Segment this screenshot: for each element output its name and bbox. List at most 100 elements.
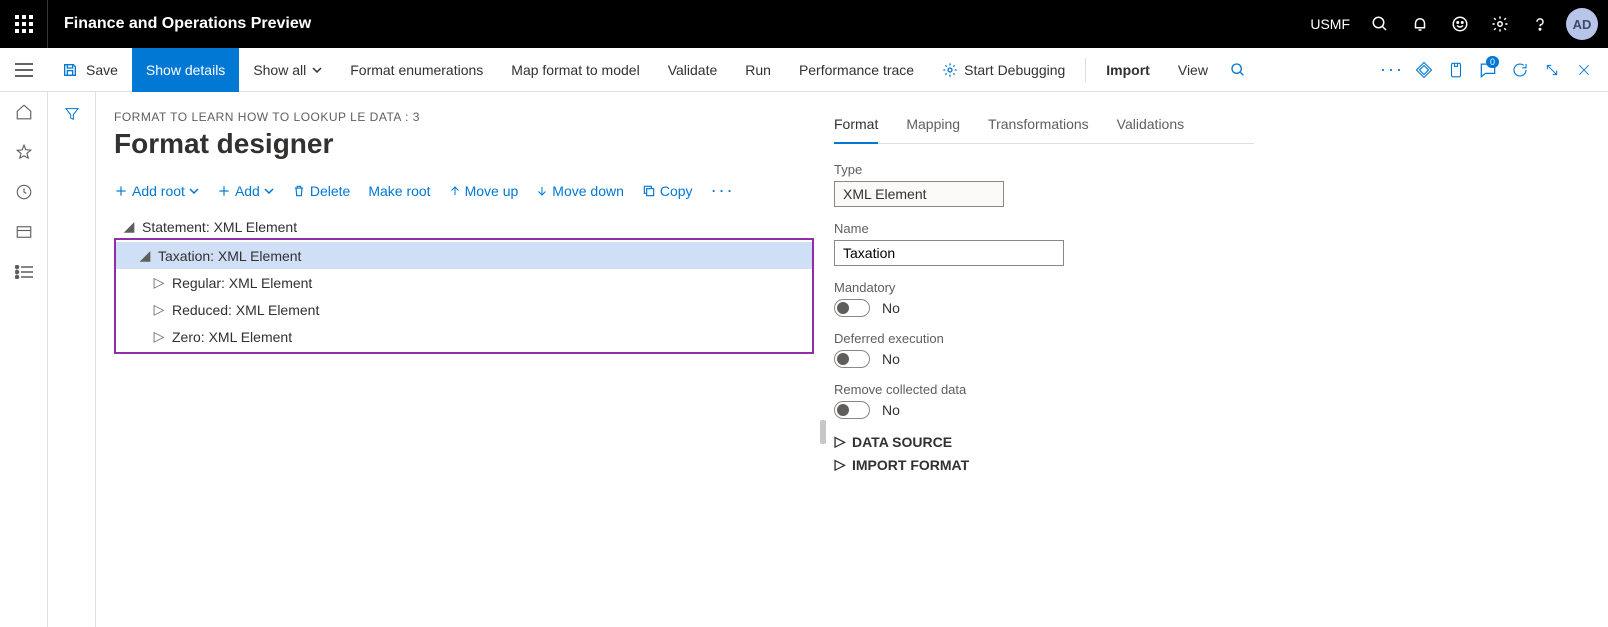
map-format-button[interactable]: Map format to model — [497, 48, 653, 92]
copy-button[interactable]: Copy — [642, 183, 693, 199]
search-action[interactable] — [1222, 48, 1254, 92]
format-tree: ◢ Statement: XML Element ◢ Taxation: XML… — [114, 213, 814, 354]
type-field: Type XML Element — [834, 162, 1254, 207]
favorites-button[interactable] — [12, 140, 36, 164]
type-value: XML Element — [834, 181, 1004, 207]
remove-toggle[interactable] — [834, 401, 870, 419]
run-button[interactable]: Run — [731, 48, 785, 92]
more-icon: ··· — [711, 180, 735, 201]
chevron-down-icon: ◢ — [138, 247, 152, 264]
search-button[interactable] — [1360, 0, 1400, 48]
home-button[interactable] — [12, 100, 36, 124]
mandatory-label: Mandatory — [834, 280, 1254, 295]
move-down-button[interactable]: Move down — [536, 183, 624, 199]
tree-node-root[interactable]: ◢ Statement: XML Element — [114, 213, 814, 240]
add-root-button[interactable]: Add root — [114, 183, 199, 199]
main-layout: FORMAT TO LEARN HOW TO LOOKUP LE DATA : … — [0, 92, 1608, 627]
left-rail — [0, 92, 48, 627]
plus-icon — [114, 184, 128, 198]
deferred-toggle[interactable] — [834, 350, 870, 368]
more-button[interactable]: ··· — [1376, 48, 1408, 92]
avatar[interactable]: AD — [1566, 8, 1598, 40]
tab-format[interactable]: Format — [834, 110, 878, 144]
modules-button[interactable] — [12, 260, 36, 284]
hamburger-icon — [15, 63, 33, 77]
remove-value: No — [882, 402, 900, 418]
app-title: Finance and Operations Preview — [48, 15, 327, 33]
tab-mapping[interactable]: Mapping — [906, 110, 960, 143]
messages-button[interactable]: 0 — [1472, 48, 1504, 92]
recent-button[interactable] — [12, 180, 36, 204]
property-tabs: Format Mapping Transformations Validatio… — [834, 110, 1254, 144]
tree-node-child[interactable]: ▷ Regular: XML Element — [116, 269, 812, 296]
refresh-button[interactable] — [1504, 48, 1536, 92]
action-bar-right: ··· 0 — [1376, 48, 1608, 92]
right-column: Format Mapping Transformations Validatio… — [834, 110, 1254, 627]
deferred-field: Deferred execution No — [834, 331, 1254, 368]
bell-icon — [1411, 15, 1429, 33]
start-debugging-button[interactable]: Start Debugging — [928, 48, 1079, 92]
name-input[interactable] — [834, 240, 1064, 266]
search-icon — [1371, 15, 1389, 33]
add-button[interactable]: Add — [217, 183, 274, 199]
tab-transformations[interactable]: Transformations — [988, 110, 1089, 143]
feedback-button[interactable] — [1440, 0, 1480, 48]
filter-rail — [48, 92, 96, 627]
workspaces-button[interactable] — [12, 220, 36, 244]
nav-toggle-button[interactable] — [0, 48, 48, 92]
deferred-value: No — [882, 351, 900, 367]
popout-button[interactable] — [1536, 48, 1568, 92]
make-root-button[interactable]: Make root — [368, 183, 430, 199]
toolbar-more-button[interactable]: ··· — [711, 180, 735, 201]
refresh-icon — [1511, 61, 1529, 79]
chevron-right-icon: ▷ — [834, 456, 846, 473]
workspace-icon — [15, 223, 33, 241]
tree-node-child[interactable]: ▷ Zero: XML Element — [116, 323, 812, 350]
type-label: Type — [834, 162, 1254, 177]
chevron-right-icon: ▷ — [152, 301, 166, 318]
view-button[interactable]: View — [1164, 48, 1222, 92]
attachment-icon — [1447, 61, 1465, 79]
arrow-down-icon — [536, 184, 548, 198]
tab-validations[interactable]: Validations — [1117, 110, 1184, 143]
app-launcher-button[interactable] — [0, 0, 48, 48]
show-all-button[interactable]: Show all — [239, 48, 336, 92]
tree-toolbar: Add root Add Delete Make root Move up — [114, 180, 814, 201]
performance-trace-button[interactable]: Performance trace — [785, 48, 928, 92]
show-all-label: Show all — [253, 62, 306, 78]
section-data-source[interactable]: ▷ DATA SOURCE — [834, 433, 1254, 450]
delete-button[interactable]: Delete — [292, 183, 350, 199]
mandatory-value: No — [882, 300, 900, 316]
filter-button[interactable] — [60, 102, 84, 126]
breadcrumb: FORMAT TO LEARN HOW TO LOOKUP LE DATA : … — [114, 110, 814, 124]
validate-button[interactable]: Validate — [654, 48, 732, 92]
diamond-button[interactable] — [1408, 48, 1440, 92]
attach-button[interactable] — [1440, 48, 1472, 92]
chevron-down-icon — [189, 188, 199, 194]
popout-icon — [1544, 62, 1560, 78]
close-button[interactable] — [1568, 48, 1600, 92]
tree-node-child[interactable]: ▷ Reduced: XML Element — [116, 296, 812, 323]
format-enumerations-button[interactable]: Format enumerations — [336, 48, 497, 92]
chevron-right-icon: ▷ — [152, 274, 166, 291]
settings-button[interactable] — [1480, 0, 1520, 48]
remove-label: Remove collected data — [834, 382, 1254, 397]
copy-icon — [642, 184, 656, 198]
close-icon — [1577, 63, 1591, 77]
content-area: FORMAT TO LEARN HOW TO LOOKUP LE DATA : … — [96, 92, 1608, 627]
notifications-button[interactable] — [1400, 0, 1440, 48]
name-label: Name — [834, 221, 1254, 236]
mandatory-toggle[interactable] — [834, 299, 870, 317]
show-details-label: Show details — [146, 62, 225, 78]
chevron-right-icon: ▷ — [152, 328, 166, 345]
splitter-grip[interactable] — [820, 420, 826, 444]
search-icon — [1230, 62, 1246, 78]
move-up-button[interactable]: Move up — [449, 183, 519, 199]
show-details-button[interactable]: Show details — [132, 48, 239, 92]
section-import-format[interactable]: ▷ IMPORT FORMAT — [834, 456, 1254, 473]
tree-node-selected[interactable]: ◢ Taxation: XML Element — [116, 242, 812, 269]
save-button[interactable]: Save — [48, 48, 132, 92]
company-code[interactable]: USMF — [1300, 16, 1360, 32]
import-button[interactable]: Import — [1092, 48, 1164, 92]
help-button[interactable] — [1520, 0, 1560, 48]
